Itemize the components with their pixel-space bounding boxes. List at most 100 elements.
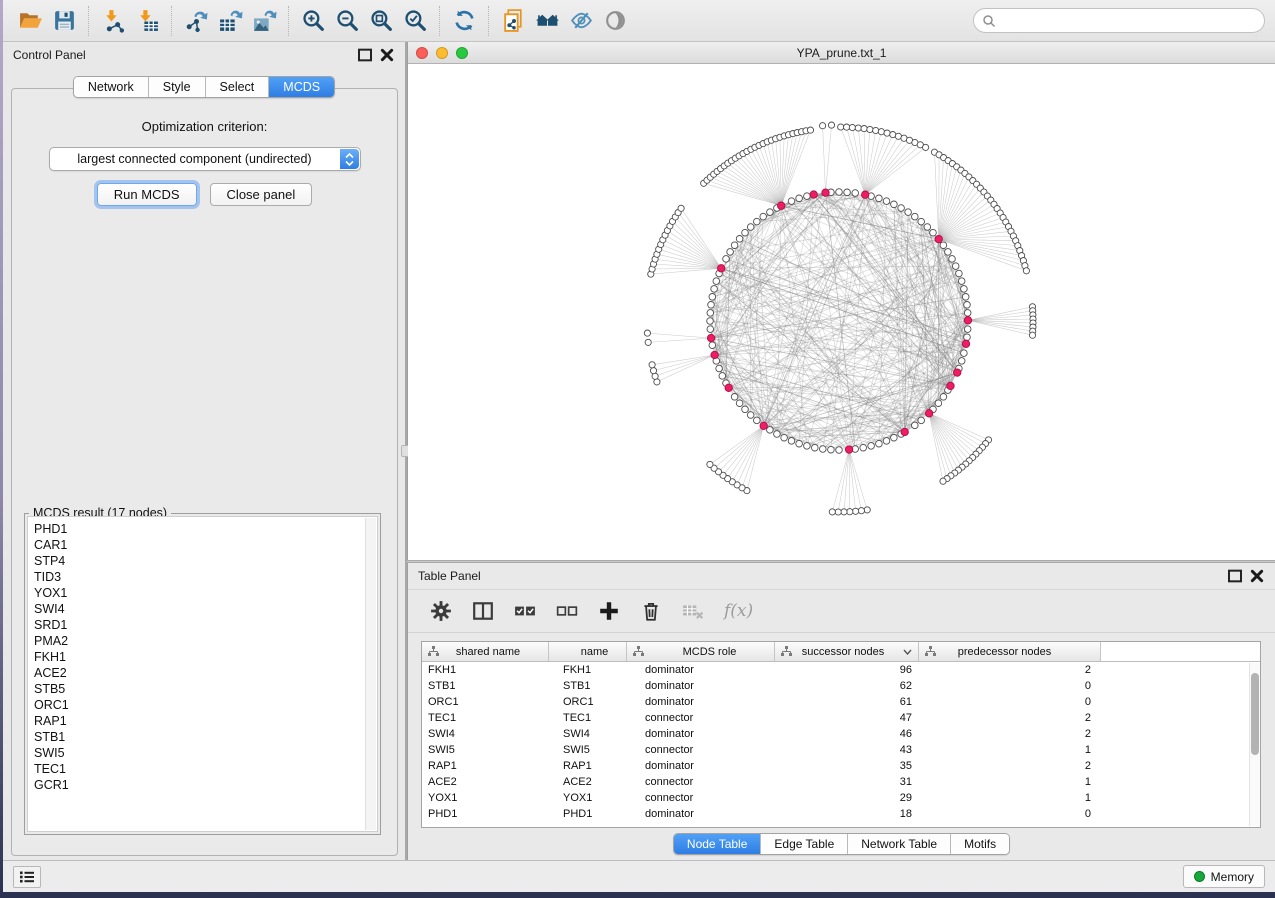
cell-shared_name[interactable]: RAP1 xyxy=(422,758,549,774)
graph-node[interactable] xyxy=(849,124,855,130)
table-row[interactable]: FKH1FKH1dominator962 xyxy=(422,662,1260,678)
graph-node[interactable] xyxy=(873,127,879,133)
graph-node-mcds[interactable] xyxy=(954,369,961,376)
close-panel-button[interactable]: Close panel xyxy=(210,183,313,206)
mcds-result-item[interactable]: FKH1 xyxy=(34,649,377,665)
graph-edge[interactable] xyxy=(847,127,866,195)
memory-button[interactable]: Memory xyxy=(1183,865,1265,888)
graph-edge[interactable] xyxy=(659,249,722,268)
add-column-icon[interactable] xyxy=(598,600,620,622)
graph-edge[interactable] xyxy=(704,183,782,205)
open-session-icon[interactable] xyxy=(13,5,47,37)
graph-node[interactable] xyxy=(964,310,971,317)
homes-icon[interactable] xyxy=(530,5,564,37)
close-panel-icon[interactable] xyxy=(379,47,395,63)
cell-predecessor_nodes[interactable]: 2 xyxy=(919,710,1101,726)
network-from-document-icon[interactable] xyxy=(496,5,530,37)
graph-edge[interactable] xyxy=(865,135,893,195)
graph-node-mcds[interactable] xyxy=(822,189,829,196)
network-graph[interactable] xyxy=(408,64,1275,560)
graph-node[interactable] xyxy=(918,218,925,225)
cell-predecessor_nodes[interactable]: 0 xyxy=(919,806,1101,822)
cell-shared_name[interactable]: STB1 xyxy=(422,678,549,694)
graph-edge[interactable] xyxy=(929,413,969,461)
zoom-selected-icon[interactable] xyxy=(398,5,432,37)
graph-edge[interactable] xyxy=(968,307,1033,321)
cell-name[interactable]: RAP1 xyxy=(549,758,627,774)
table-row[interactable]: SWI5SWI5connector431 xyxy=(422,742,1260,758)
graph-node[interactable] xyxy=(844,124,850,130)
graph-node[interactable] xyxy=(742,229,749,236)
criterion-dropdown[interactable]: largest connected component (undirected) xyxy=(49,147,361,171)
cell-predecessor_nodes[interactable]: 1 xyxy=(919,790,1101,806)
graph-node[interactable] xyxy=(644,330,650,336)
graph-node[interactable] xyxy=(760,213,767,220)
graph-node[interactable] xyxy=(828,446,835,453)
scrollbar-thumb[interactable] xyxy=(1251,673,1259,755)
graph-node[interactable] xyxy=(707,310,714,317)
graph-edge[interactable] xyxy=(849,450,856,512)
graph-node[interactable] xyxy=(707,461,713,467)
graph-edge[interactable] xyxy=(648,338,711,342)
table-row[interactable]: STB1STB1dominator620 xyxy=(422,678,1260,694)
float-window-icon[interactable] xyxy=(1227,568,1243,584)
save-session-icon[interactable] xyxy=(47,5,81,37)
graph-node[interactable] xyxy=(804,443,811,450)
graph-node[interactable] xyxy=(940,478,946,484)
column-header-successor_nodes[interactable]: successor nodes xyxy=(775,642,919,661)
cell-mcds_role[interactable]: connector xyxy=(627,710,775,726)
graph-edge[interactable] xyxy=(929,413,958,470)
cell-shared_name[interactable]: ORC1 xyxy=(422,694,549,710)
graph-node[interactable] xyxy=(742,406,749,413)
graph-edge[interactable] xyxy=(929,413,985,443)
cell-successor_nodes[interactable]: 47 xyxy=(775,710,919,726)
graph-node[interactable] xyxy=(940,394,947,401)
show-eye-icon[interactable] xyxy=(598,5,632,37)
cell-predecessor_nodes[interactable]: 2 xyxy=(919,758,1101,774)
select-all-icon[interactable] xyxy=(514,600,536,622)
graph-node-mcds[interactable] xyxy=(862,191,869,198)
mcds-result-item[interactable]: YOX1 xyxy=(34,585,377,601)
graph-node[interactable] xyxy=(731,394,738,401)
cell-mcds_role[interactable]: dominator xyxy=(627,678,775,694)
graph-node-mcds[interactable] xyxy=(901,428,908,435)
graph-node[interactable] xyxy=(829,509,835,515)
cell-mcds_role[interactable]: dominator xyxy=(627,758,775,774)
graph-edge[interactable] xyxy=(929,413,973,457)
table-row[interactable]: RAP1RAP1dominator352 xyxy=(422,758,1260,774)
mcds-result-item[interactable]: TID3 xyxy=(34,569,377,585)
refresh-icon[interactable] xyxy=(447,5,481,37)
graph-node[interactable] xyxy=(958,278,965,285)
graph-node[interactable] xyxy=(788,198,795,205)
graph-edge[interactable] xyxy=(865,140,909,194)
mcds-result-item[interactable]: ORC1 xyxy=(34,697,377,713)
mcds-result-item[interactable]: STB5 xyxy=(34,681,377,697)
graph-edge[interactable] xyxy=(968,320,1033,331)
node-table[interactable]: shared namenameMCDS rolesuccessor nodesp… xyxy=(421,641,1261,828)
function-builder-icon[interactable]: f(x) xyxy=(724,601,753,621)
graph-node[interactable] xyxy=(924,224,931,231)
network-title-bar[interactable]: YPA_prune.txt_1 xyxy=(408,42,1275,64)
cell-successor_nodes[interactable]: 18 xyxy=(775,806,919,822)
export-image-icon[interactable] xyxy=(247,5,281,37)
float-window-icon[interactable] xyxy=(357,47,373,63)
graph-node-mcds[interactable] xyxy=(964,317,971,324)
graph-edge[interactable] xyxy=(751,149,781,205)
graph-edge[interactable] xyxy=(865,138,904,195)
graph-node[interactable] xyxy=(716,365,723,372)
graph-node[interactable] xyxy=(847,509,853,515)
graph-node[interactable] xyxy=(912,422,919,429)
export-network-icon[interactable] xyxy=(179,5,213,37)
table-row[interactable]: ORC1ORC1dominator610 xyxy=(422,694,1260,710)
graph-node[interactable] xyxy=(962,294,969,301)
tab-network[interactable]: Network xyxy=(74,77,149,97)
graph-edge[interactable] xyxy=(655,355,715,376)
graph-node[interactable] xyxy=(836,189,843,196)
cell-successor_nodes[interactable]: 31 xyxy=(775,774,919,790)
mcds-result-item[interactable]: STP4 xyxy=(34,553,377,569)
graph-node[interactable] xyxy=(736,236,743,243)
graph-node[interactable] xyxy=(767,427,774,434)
graph-edge[interactable] xyxy=(929,413,988,440)
graph-node[interactable] xyxy=(736,400,743,407)
graph-node[interactable] xyxy=(709,294,716,301)
